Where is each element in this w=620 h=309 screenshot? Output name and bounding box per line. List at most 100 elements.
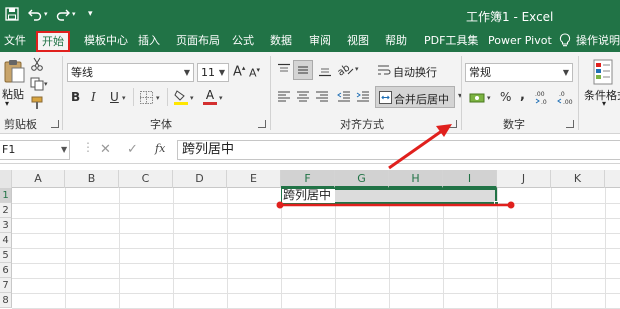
undo-dropdown-icon[interactable]: ▾ — [44, 10, 48, 18]
underline-dropdown-icon[interactable]: ▾ — [122, 94, 126, 102]
borders-icon[interactable] — [140, 91, 153, 107]
italic-button[interactable]: I — [91, 90, 96, 104]
row-header-4[interactable]: 4 — [0, 233, 12, 248]
column-header-g[interactable]: G — [335, 170, 389, 188]
tab-file[interactable]: 文件 — [0, 33, 30, 51]
worksheet-grid[interactable]: A B C D E F G H I J K 1 2 3 4 5 6 7 8 跨列… — [0, 170, 620, 309]
column-header-b[interactable]: B — [65, 170, 119, 188]
decrease-font-size-icon[interactable]: A▾ — [249, 66, 260, 80]
fill-color-dropdown-icon[interactable]: ▾ — [190, 94, 194, 102]
chevron-down-icon: ▼ — [183, 68, 190, 77]
customize-quick-access-icon[interactable]: ▾ — [88, 9, 93, 19]
orientation-icon[interactable]: ab — [336, 61, 354, 80]
bottom-align-icon[interactable] — [318, 63, 332, 80]
row-header-5[interactable]: 5 — [0, 248, 12, 263]
align-right-icon[interactable] — [315, 91, 329, 106]
percent-style-button[interactable]: % — [500, 90, 511, 104]
row-header-7[interactable]: 7 — [0, 278, 12, 293]
name-box[interactable]: F1 — [0, 140, 70, 160]
save-icon[interactable] — [5, 7, 19, 25]
row-header-2[interactable]: 2 — [0, 203, 12, 218]
column-header-a[interactable]: A — [12, 170, 65, 188]
tab-template-center[interactable]: 模板中心 — [80, 33, 132, 51]
align-center-icon[interactable] — [296, 91, 310, 106]
formula-bar: F1 ▼ ⋮ ✕ ✓ fx 跨列居中 — [0, 134, 620, 164]
select-all-corner[interactable] — [0, 170, 12, 188]
name-box-dropdown-icon[interactable]: ▼ — [61, 145, 67, 154]
font-name-dropdown[interactable]: 等线 ▼ — [67, 63, 194, 82]
accounting-format-icon[interactable] — [469, 91, 485, 108]
tab-page-layout[interactable]: 页面布局 — [172, 33, 224, 51]
increase-decimal-icon[interactable]: .00.0 — [535, 89, 553, 108]
clipboard-launcher-icon[interactable]: ↘ — [51, 120, 59, 128]
clipboard-group-label: 剪贴板 — [4, 118, 37, 131]
wrap-text-icon[interactable] — [377, 63, 391, 80]
font-size-dropdown[interactable]: 11 ▼ — [197, 63, 229, 82]
tell-me-search[interactable]: 操作说明搜 — [572, 33, 620, 51]
wrap-text-button[interactable]: 自动换行 — [393, 64, 437, 80]
orientation-dropdown-icon[interactable]: ▾ — [355, 65, 359, 73]
column-header-e[interactable]: E — [227, 170, 281, 188]
fill-handle[interactable] — [494, 201, 499, 206]
column-header-partial[interactable] — [605, 170, 620, 188]
formula-input[interactable]: 跨列居中 — [177, 140, 620, 160]
accounting-dropdown-icon[interactable]: ▾ — [487, 94, 491, 102]
tab-power-pivot[interactable]: Power Pivot — [484, 33, 556, 51]
copy-icon[interactable] — [30, 77, 44, 94]
tab-data[interactable]: 数据 — [266, 33, 296, 51]
align-left-icon[interactable] — [277, 91, 291, 106]
cancel-icon[interactable]: ✕ — [100, 142, 111, 157]
underline-button[interactable]: U — [110, 90, 119, 104]
column-header-d[interactable]: D — [173, 170, 227, 188]
column-header-k[interactable]: K — [551, 170, 605, 188]
clipboard-paste-icon[interactable] — [3, 58, 25, 84]
paste-dropdown-icon[interactable]: ▾ — [5, 99, 9, 108]
column-header-f[interactable]: F — [281, 170, 335, 188]
number-launcher-icon[interactable]: ↘ — [566, 120, 574, 128]
redo-icon[interactable] — [56, 7, 70, 25]
decrease-decimal-icon[interactable]: .0.00 — [557, 89, 575, 108]
top-align-icon[interactable] — [277, 63, 291, 80]
conditional-formatting-icon[interactable] — [592, 58, 616, 89]
gridline — [12, 218, 620, 219]
tab-formulas[interactable]: 公式 — [228, 33, 258, 51]
undo-icon[interactable] — [28, 7, 42, 25]
number-format-dropdown[interactable]: 常规 ▼ — [465, 63, 573, 82]
column-header-h[interactable]: H — [389, 170, 443, 188]
row-header-6[interactable]: 6 — [0, 263, 12, 278]
column-header-c[interactable]: C — [119, 170, 173, 188]
redo-dropdown-icon[interactable]: ▾ — [72, 10, 76, 18]
tab-review[interactable]: 审阅 — [305, 33, 335, 51]
column-header-i[interactable]: I — [443, 170, 497, 188]
bold-button[interactable]: B — [71, 90, 80, 104]
borders-dropdown-icon[interactable]: ▾ — [156, 94, 160, 102]
font-color-dropdown-icon[interactable]: ▾ — [219, 94, 223, 102]
format-painter-icon[interactable] — [30, 96, 44, 113]
decrease-indent-icon[interactable] — [337, 91, 351, 106]
column-header-j[interactable]: J — [497, 170, 551, 188]
chevron-down-icon: ▼ — [562, 68, 569, 77]
enter-icon[interactable]: ✓ — [127, 142, 138, 157]
fill-color-icon[interactable] — [174, 89, 188, 108]
cut-icon[interactable] — [30, 57, 44, 74]
row-header-8[interactable]: 8 — [0, 293, 12, 308]
row-header-3[interactable]: 3 — [0, 218, 12, 233]
font-launcher-icon[interactable]: ↘ — [258, 120, 266, 128]
conditional-formatting-dropdown-icon[interactable]: ▾ — [602, 99, 606, 108]
tab-insert[interactable]: 插入 — [134, 33, 164, 51]
increase-indent-icon[interactable] — [356, 91, 370, 106]
alignment-launcher-icon[interactable]: ↘ — [449, 120, 457, 128]
insert-function-icon[interactable]: fx — [155, 142, 165, 155]
copy-dropdown-icon[interactable]: ▾ — [44, 80, 48, 88]
tab-view[interactable]: 视图 — [343, 33, 373, 51]
comma-style-button[interactable]: , — [520, 88, 525, 103]
font-color-icon[interactable]: A — [203, 88, 217, 105]
tab-home[interactable]: 开始 — [36, 31, 70, 52]
middle-align-icon[interactable] — [293, 60, 313, 80]
increase-font-size-icon[interactable]: A▴ — [233, 64, 245, 79]
row-header-1[interactable]: 1 — [0, 188, 12, 203]
window-title: 工作簿1 - Excel — [466, 10, 554, 24]
merge-center-button[interactable]: 合并后居中 — [375, 86, 455, 108]
tab-pdf-tools[interactable]: PDF工具集 — [420, 33, 482, 51]
tab-help[interactable]: 帮助 — [381, 33, 411, 51]
